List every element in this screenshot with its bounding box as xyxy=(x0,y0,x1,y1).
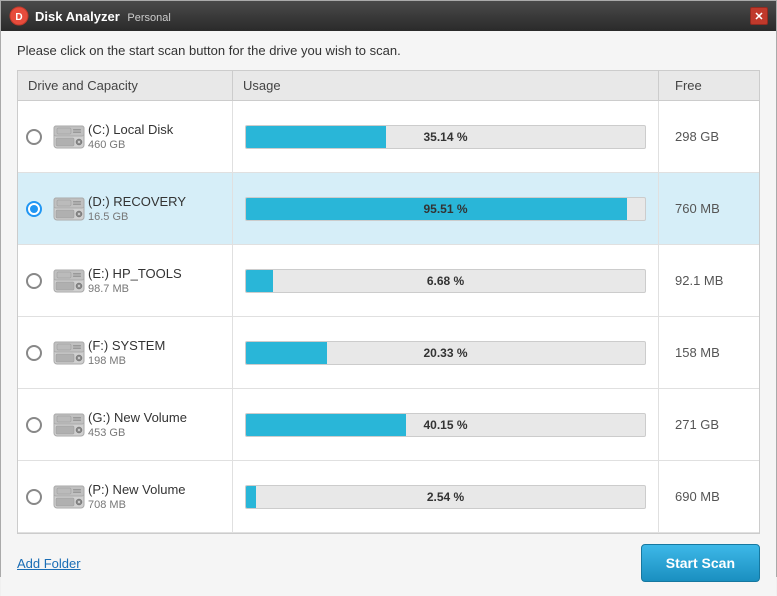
table-row[interactable]: (E:) HP_TOOLS 98.7 MB 6.68 % 92.1 MB xyxy=(18,245,759,317)
usage-cell: 95.51 % xyxy=(233,173,659,244)
start-scan-button[interactable]: Start Scan xyxy=(641,544,760,582)
drive-cell: (G:) New Volume 453 GB xyxy=(18,389,233,460)
drive-info: (P:) New Volume 708 MB xyxy=(88,482,186,511)
radio-button[interactable] xyxy=(26,129,42,145)
footer: Add Folder Start Scan xyxy=(17,534,760,586)
drive-size: 453 GB xyxy=(88,427,187,439)
free-cell: 760 MB xyxy=(659,173,759,244)
content-area: Please click on the start scan button fo… xyxy=(1,31,776,596)
drive-info: (D:) RECOVERY 16.5 GB xyxy=(88,194,186,223)
table-header: Drive and Capacity Usage Free xyxy=(18,71,759,101)
drive-size: 16.5 GB xyxy=(88,211,186,223)
free-cell: 298 GB xyxy=(659,101,759,172)
radio-button[interactable] xyxy=(26,201,42,217)
hdd-icon xyxy=(50,118,88,156)
usage-label: 6.68 % xyxy=(246,270,645,292)
usage-cell: 6.68 % xyxy=(233,245,659,316)
drive-size: 708 MB xyxy=(88,499,186,511)
free-cell: 690 MB xyxy=(659,461,759,532)
app-subtitle: Personal xyxy=(127,12,170,24)
usage-bar-container: 20.33 % xyxy=(245,341,646,365)
drive-cell: (P:) New Volume 708 MB xyxy=(18,461,233,532)
radio-button[interactable] xyxy=(26,345,42,361)
usage-bar-container: 6.68 % xyxy=(245,269,646,293)
usage-bar-container: 40.15 % xyxy=(245,413,646,437)
usage-label: 95.51 % xyxy=(246,198,645,220)
titlebar: D Disk Analyzer Personal ✕ xyxy=(1,1,776,31)
header-drive: Drive and Capacity xyxy=(18,71,233,100)
hdd-icon xyxy=(50,406,88,444)
usage-cell: 20.33 % xyxy=(233,317,659,388)
usage-cell: 2.54 % xyxy=(233,461,659,532)
usage-label: 40.15 % xyxy=(246,414,645,436)
app-title-text: Disk Analyzer xyxy=(35,9,120,24)
table-row[interactable]: (D:) RECOVERY 16.5 GB 95.51 % 760 MB xyxy=(18,173,759,245)
drive-info: (E:) HP_TOOLS 98.7 MB xyxy=(88,266,182,295)
free-cell: 158 MB xyxy=(659,317,759,388)
drive-name: (E:) HP_TOOLS xyxy=(88,266,182,281)
drive-name: (P:) New Volume xyxy=(88,482,186,497)
table-row[interactable]: (G:) New Volume 453 GB 40.15 % 271 GB xyxy=(18,389,759,461)
usage-cell: 40.15 % xyxy=(233,389,659,460)
svg-text:D: D xyxy=(15,12,22,23)
drive-info: (C:) Local Disk 460 GB xyxy=(88,122,173,151)
drive-name: (D:) RECOVERY xyxy=(88,194,186,209)
free-cell: 92.1 MB xyxy=(659,245,759,316)
usage-bar-container: 2.54 % xyxy=(245,485,646,509)
usage-cell: 35.14 % xyxy=(233,101,659,172)
free-cell: 271 GB xyxy=(659,389,759,460)
table-row[interactable]: (F:) SYSTEM 198 MB 20.33 % 158 MB xyxy=(18,317,759,389)
app-title: Disk Analyzer Personal xyxy=(35,9,750,24)
drive-size: 198 MB xyxy=(88,355,165,367)
hdd-icon xyxy=(50,262,88,300)
drive-name: (C:) Local Disk xyxy=(88,122,173,137)
drive-cell: (D:) RECOVERY 16.5 GB xyxy=(18,173,233,244)
usage-label: 2.54 % xyxy=(246,486,645,508)
hdd-icon xyxy=(50,190,88,228)
table-row[interactable]: (P:) New Volume 708 MB 2.54 % 690 MB xyxy=(18,461,759,533)
drive-name: (G:) New Volume xyxy=(88,410,187,425)
table-row[interactable]: (C:) Local Disk 460 GB 35.14 % 298 GB xyxy=(18,101,759,173)
drive-cell: (C:) Local Disk 460 GB xyxy=(18,101,233,172)
close-button[interactable]: ✕ xyxy=(750,7,768,25)
usage-label: 20.33 % xyxy=(246,342,645,364)
radio-button[interactable] xyxy=(26,417,42,433)
drive-size: 98.7 MB xyxy=(88,283,182,295)
add-folder-button[interactable]: Add Folder xyxy=(17,556,81,571)
header-usage: Usage xyxy=(233,71,659,100)
rows-container: (C:) Local Disk 460 GB 35.14 % 298 GB xyxy=(18,101,759,533)
radio-button[interactable] xyxy=(26,273,42,289)
hdd-icon xyxy=(50,478,88,516)
drive-name: (F:) SYSTEM xyxy=(88,338,165,353)
usage-bar-container: 35.14 % xyxy=(245,125,646,149)
usage-label: 35.14 % xyxy=(246,126,645,148)
drives-table: Drive and Capacity Usage Free (C:) Local… xyxy=(17,70,760,534)
drive-cell: (F:) SYSTEM 198 MB xyxy=(18,317,233,388)
drive-info: (F:) SYSTEM 198 MB xyxy=(88,338,165,367)
hdd-icon xyxy=(50,334,88,372)
main-window: D Disk Analyzer Personal ✕ Please click … xyxy=(0,0,777,577)
app-logo-icon: D xyxy=(9,6,29,26)
radio-button[interactable] xyxy=(26,489,42,505)
drive-size: 460 GB xyxy=(88,139,173,151)
header-free: Free xyxy=(659,71,759,100)
usage-bar-container: 95.51 % xyxy=(245,197,646,221)
drive-info: (G:) New Volume 453 GB xyxy=(88,410,187,439)
drive-cell: (E:) HP_TOOLS 98.7 MB xyxy=(18,245,233,316)
instruction-text: Please click on the start scan button fo… xyxy=(17,43,760,58)
